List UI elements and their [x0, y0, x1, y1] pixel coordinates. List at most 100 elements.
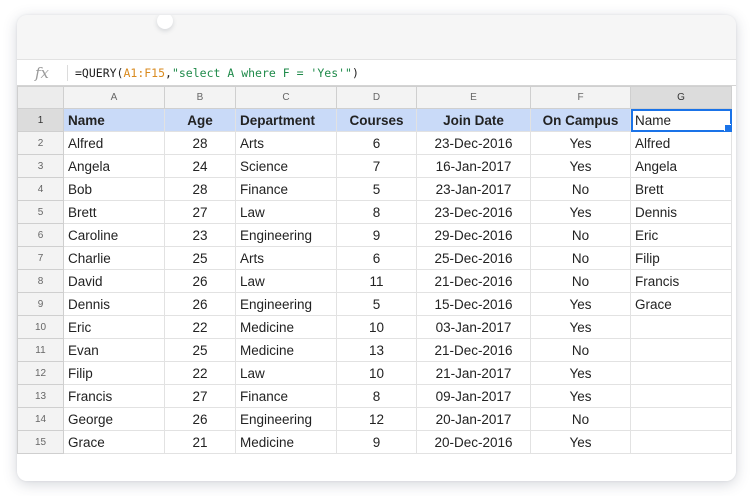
cell-query-result[interactable] — [630, 407, 732, 431]
cell-query-result[interactable]: Francis — [630, 269, 732, 293]
column-header-c[interactable]: C — [235, 86, 337, 109]
column-header-d[interactable]: D — [336, 86, 417, 109]
row-number[interactable]: 4 — [17, 177, 64, 201]
cell-age[interactable]: 22 — [164, 361, 236, 385]
header-cell-on-campus[interactable]: On Campus — [530, 108, 631, 132]
cell-department[interactable]: Arts — [235, 131, 337, 155]
column-header-g[interactable]: G — [630, 86, 732, 109]
column-header-a[interactable]: A — [63, 86, 165, 109]
cell-name[interactable]: Francis — [63, 384, 165, 408]
cell-name[interactable]: Bob — [63, 177, 165, 201]
cell-name[interactable]: Eric — [63, 315, 165, 339]
cell-on-campus[interactable]: No — [530, 177, 631, 201]
row-number[interactable]: 10 — [17, 315, 64, 339]
cell-join-date[interactable]: 21-Dec-2016 — [416, 269, 531, 293]
cell-on-campus[interactable]: No — [530, 223, 631, 247]
cell-department[interactable]: Medicine — [235, 315, 337, 339]
cell-join-date[interactable]: 20-Dec-2016 — [416, 430, 531, 454]
formula-bar[interactable]: fx =QUERY(A1:F15,"select A where F = 'Ye… — [17, 59, 736, 86]
cell-query-result[interactable] — [630, 384, 732, 408]
row-number[interactable]: 7 — [17, 246, 64, 270]
cell-department[interactable]: Law — [235, 361, 337, 385]
cell-department[interactable]: Finance — [235, 384, 337, 408]
sheet-grid[interactable]: A B C D E F G 1 Name Age Department Cour… — [17, 86, 736, 481]
cell-age[interactable]: 23 — [164, 223, 236, 247]
cell-courses[interactable]: 10 — [336, 315, 417, 339]
cell-on-campus[interactable]: Yes — [530, 315, 631, 339]
row-number[interactable]: 14 — [17, 407, 64, 431]
cell-on-campus[interactable]: Yes — [530, 430, 631, 454]
cell-courses[interactable]: 6 — [336, 131, 417, 155]
cell-department[interactable]: Medicine — [235, 430, 337, 454]
cell-query-result[interactable] — [630, 338, 732, 362]
cell-courses[interactable]: 9 — [336, 223, 417, 247]
cell-department[interactable]: Law — [235, 269, 337, 293]
formula-input[interactable]: =QUERY(A1:F15,"select A where F = 'Yes'"… — [75, 66, 359, 80]
cell-courses[interactable]: 5 — [336, 292, 417, 316]
column-header-e[interactable]: E — [416, 86, 531, 109]
cell-on-campus[interactable]: No — [530, 338, 631, 362]
cell-query-result[interactable]: Brett — [630, 177, 732, 201]
cell-name[interactable]: David — [63, 269, 165, 293]
cell-query-result[interactable] — [630, 361, 732, 385]
row-number[interactable]: 2 — [17, 131, 64, 155]
cell-courses[interactable]: 8 — [336, 200, 417, 224]
cell-department[interactable]: Science — [235, 154, 337, 178]
cell-name[interactable]: Grace — [63, 430, 165, 454]
cell-age[interactable]: 28 — [164, 131, 236, 155]
cell-courses[interactable]: 5 — [336, 177, 417, 201]
cell-join-date[interactable]: 09-Jan-2017 — [416, 384, 531, 408]
cell-on-campus[interactable]: Yes — [530, 361, 631, 385]
cell-query-result[interactable] — [630, 430, 732, 454]
cell-courses[interactable]: 8 — [336, 384, 417, 408]
header-cell-courses[interactable]: Courses — [336, 108, 417, 132]
cell-join-date[interactable]: 23-Dec-2016 — [416, 200, 531, 224]
cell-age[interactable]: 27 — [164, 384, 236, 408]
cell-age[interactable]: 25 — [164, 338, 236, 362]
cell-on-campus[interactable]: No — [530, 246, 631, 270]
cell-age[interactable]: 21 — [164, 430, 236, 454]
cell-on-campus[interactable]: Yes — [530, 292, 631, 316]
cell-age[interactable]: 26 — [164, 292, 236, 316]
cell-department[interactable]: Engineering — [235, 292, 337, 316]
cell-on-campus[interactable]: Yes — [530, 154, 631, 178]
cell-join-date[interactable]: 15-Dec-2016 — [416, 292, 531, 316]
cell-courses[interactable]: 6 — [336, 246, 417, 270]
cell-courses[interactable]: 10 — [336, 361, 417, 385]
cell-name[interactable]: Filip — [63, 361, 165, 385]
row-number[interactable]: 13 — [17, 384, 64, 408]
cell-join-date[interactable]: 29-Dec-2016 — [416, 223, 531, 247]
cell-age[interactable]: 26 — [164, 407, 236, 431]
row-number[interactable]: 5 — [17, 200, 64, 224]
cell-join-date[interactable]: 21-Jan-2017 — [416, 361, 531, 385]
cell-department[interactable]: Finance — [235, 177, 337, 201]
cell-age[interactable]: 26 — [164, 269, 236, 293]
header-cell-name[interactable]: Name — [63, 108, 165, 132]
cell-join-date[interactable]: 23-Jan-2017 — [416, 177, 531, 201]
cell-join-date[interactable]: 25-Dec-2016 — [416, 246, 531, 270]
cell-name[interactable]: Dennis — [63, 292, 165, 316]
cell-name[interactable]: Alfred — [63, 131, 165, 155]
cell-age[interactable]: 25 — [164, 246, 236, 270]
cell-courses[interactable]: 11 — [336, 269, 417, 293]
cell-name[interactable]: Brett — [63, 200, 165, 224]
cell-age[interactable]: 28 — [164, 177, 236, 201]
row-number[interactable]: 6 — [17, 223, 64, 247]
cell-join-date[interactable]: 03-Jan-2017 — [416, 315, 531, 339]
cell-join-date[interactable]: 20-Jan-2017 — [416, 407, 531, 431]
row-number[interactable]: 9 — [17, 292, 64, 316]
row-number[interactable]: 15 — [17, 430, 64, 454]
selected-cell-g1[interactable]: Name — [630, 108, 732, 132]
cell-on-campus[interactable]: Yes — [530, 200, 631, 224]
cell-on-campus[interactable]: Yes — [530, 384, 631, 408]
header-cell-department[interactable]: Department — [235, 108, 337, 132]
cell-query-result[interactable]: Grace — [630, 292, 732, 316]
cell-courses[interactable]: 12 — [336, 407, 417, 431]
cell-department[interactable]: Engineering — [235, 407, 337, 431]
cell-query-result[interactable]: Dennis — [630, 200, 732, 224]
cell-on-campus[interactable]: Yes — [530, 131, 631, 155]
cell-courses[interactable]: 9 — [336, 430, 417, 454]
row-number[interactable]: 3 — [17, 154, 64, 178]
cell-age[interactable]: 24 — [164, 154, 236, 178]
cell-name[interactable]: George — [63, 407, 165, 431]
